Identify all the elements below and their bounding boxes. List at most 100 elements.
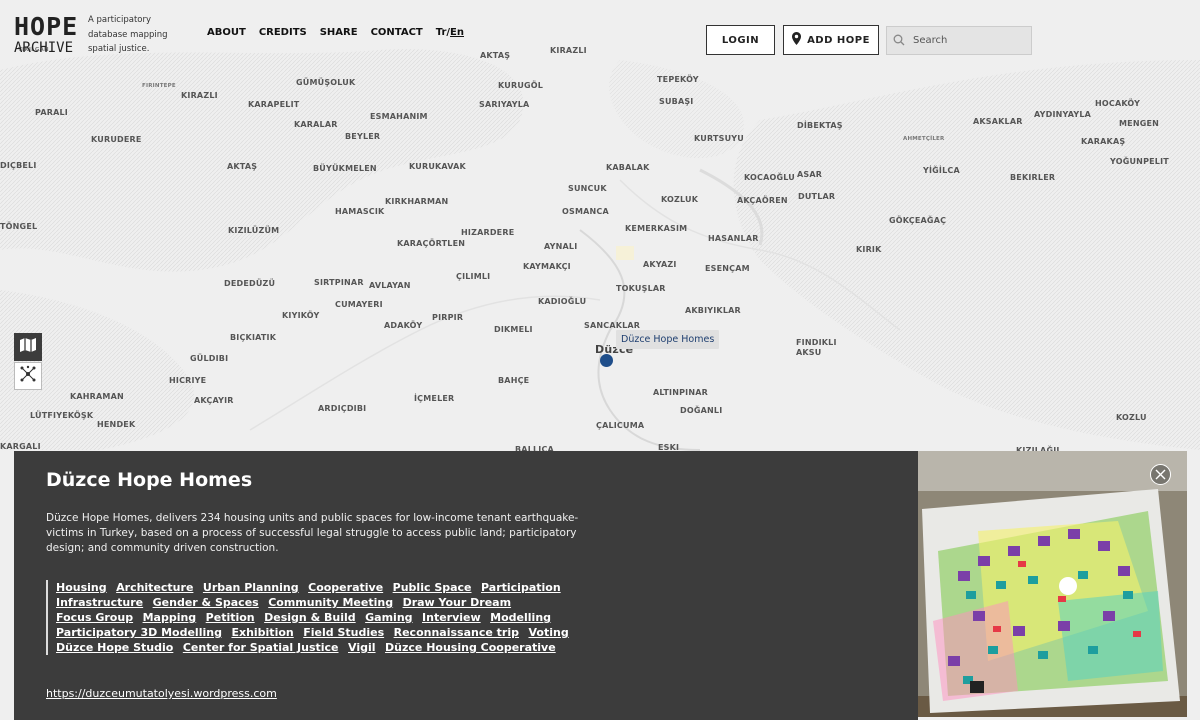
tag-link[interactable]: Vigil — [348, 641, 376, 654]
nav-credits[interactable]: CREDITS — [259, 27, 307, 38]
project-marker[interactable] — [600, 354, 613, 367]
place-label: YİĞİLCA — [923, 166, 960, 175]
place-label: ESMAHANIM — [370, 112, 428, 121]
place-label: SIRTPINAR — [314, 278, 364, 287]
tag-link[interactable]: Housing — [56, 581, 107, 594]
place-label: KARALAR — [294, 120, 338, 129]
place-label: KOCAOĞLU — [744, 173, 795, 182]
place-label: AKÇAYIR — [194, 396, 234, 405]
place-label: İÇMELER — [414, 394, 455, 403]
tag-link[interactable]: Focus Group — [56, 611, 133, 624]
place-label: AYNALI — [544, 242, 578, 251]
place-label: KAYMAKÇI — [523, 262, 571, 271]
site-logo[interactable]: HOPE ARCHIVE — [14, 14, 78, 55]
search-icon — [893, 31, 905, 50]
search-input[interactable] — [911, 34, 1025, 47]
tag-link[interactable]: Urban Planning — [203, 581, 299, 594]
place-label: BIÇKIATIK — [230, 333, 277, 342]
place-label: KABALAK — [606, 163, 650, 172]
project-website-link[interactable]: https://duzceumutatolyesi.wordpress.com — [46, 687, 277, 700]
participatory-model-image — [918, 451, 1187, 717]
close-panel-button[interactable] — [1150, 464, 1171, 485]
tag-link[interactable]: Cooperative — [308, 581, 383, 594]
tag-link[interactable]: Field Studies — [303, 626, 384, 639]
place-label: KARGALI — [0, 442, 41, 451]
tag-link[interactable]: Architecture — [116, 581, 193, 594]
place-label: DIKMELI — [494, 325, 533, 334]
nav-about[interactable]: ABOUT — [207, 27, 246, 38]
tag-link[interactable]: Gaming — [365, 611, 412, 624]
lang-tr[interactable]: Tr — [436, 27, 447, 38]
place-label: AYDINYAYLA — [1034, 110, 1092, 119]
place-label: KIRIK — [856, 245, 882, 254]
tag-link[interactable]: Düzce Housing Cooperative — [385, 641, 556, 654]
tag-link[interactable]: Modelling — [490, 611, 551, 624]
place-label: SUBAŞI — [659, 97, 694, 106]
logo-line2: ARCHIVE — [14, 40, 74, 56]
place-label: SUNCUK — [568, 184, 607, 193]
place-label: HENDEK — [97, 420, 136, 429]
lang-en[interactable]: En — [450, 27, 464, 38]
place-label: ÇALICUMA — [596, 421, 645, 430]
tag-link[interactable]: Participation — [481, 581, 561, 594]
map-layer-button[interactable] — [14, 333, 42, 361]
login-label: LOGIN — [721, 34, 760, 46]
place-label: TOKUŞLAR — [616, 284, 666, 293]
place-label: KURUKAVAK — [409, 162, 466, 171]
tag-link[interactable]: Petition — [206, 611, 255, 624]
tag-link[interactable]: Düzce Hope Studio — [56, 641, 173, 654]
project-title: Düzce Hope Homes — [46, 469, 253, 491]
tag-link[interactable]: Gender & Spaces — [153, 596, 259, 609]
tag-link[interactable]: Mapping — [143, 611, 197, 624]
place-label: AKÇAÖREN — [737, 196, 788, 205]
place-label: AKYAZI — [643, 260, 677, 269]
tag-link[interactable]: Exhibition — [231, 626, 293, 639]
tag-link[interactable]: Reconnaissance trip — [394, 626, 519, 639]
tag-link[interactable]: Center for Spatial Justice — [183, 641, 339, 654]
place-label: ASAR — [797, 170, 823, 179]
place-label: FIRINTEPE — [142, 83, 176, 89]
place-label: ÇILIMLI — [456, 272, 491, 281]
place-label: ESENÇAM — [705, 264, 750, 273]
place-label: AKSAKLAR — [973, 117, 1023, 126]
place-label: HICRIYE — [169, 376, 207, 385]
place-label: KIRKHARMAN — [385, 197, 449, 206]
tag-link[interactable]: Draw Your Dream — [403, 596, 511, 609]
place-label: KURTSUYU — [694, 134, 744, 143]
place-label: LÜTFIYEKÖŞK — [30, 411, 94, 420]
tag-link[interactable]: Participatory 3D Modelling — [56, 626, 222, 639]
location-pin-icon — [792, 32, 802, 48]
add-hope-label: ADD HOPE — [807, 34, 870, 46]
place-label: PIRPIR — [432, 313, 464, 322]
add-hope-button[interactable]: ADD HOPE — [783, 25, 879, 55]
place-label: PARALI — [35, 108, 68, 117]
network-view-button[interactable] — [14, 362, 42, 390]
nav-share[interactable]: SHARE — [320, 27, 358, 38]
marker-tooltip: Düzce Hope Homes — [616, 330, 720, 349]
place-label: KARAKAŞ — [1081, 137, 1126, 146]
login-button[interactable]: LOGIN — [706, 25, 775, 55]
tag-link[interactable]: Voting — [528, 626, 568, 639]
project-detail-panel: Düzce Hope Homes Düzce Hope Homes, deliv… — [14, 451, 918, 720]
place-label: BEKIRLER — [1010, 173, 1056, 182]
nav-contact[interactable]: CONTACT — [371, 27, 423, 38]
project-photo[interactable] — [918, 451, 1187, 717]
place-label: SARIYAYLA — [479, 100, 530, 109]
tag-link[interactable]: Design & Build — [264, 611, 356, 624]
tag-link[interactable]: Infrastructure — [56, 596, 143, 609]
place-label: BEYLER — [345, 132, 381, 141]
place-label: KAHRAMAN — [70, 392, 124, 401]
map-icon — [19, 337, 37, 357]
place-label: KURUGÖL — [498, 81, 544, 90]
tag-link[interactable]: Interview — [422, 611, 481, 624]
site-header: HOPE ARCHIVE A participatory database ma… — [0, 0, 1200, 62]
place-label: DEDEDÜZÜ — [224, 279, 276, 288]
tag-link[interactable]: Community Meeting — [268, 596, 393, 609]
place-label: CUMAYERI — [335, 300, 383, 309]
place-label: KEMERKASIM — [625, 224, 688, 233]
tag-link[interactable]: Public Space — [393, 581, 472, 594]
place-label: DİBEKTAŞ — [797, 121, 843, 130]
place-label: AHMETÇİLER — [903, 136, 945, 142]
place-label: AVLAYAN — [369, 281, 411, 290]
place-label: AKBIYIKLAR — [685, 306, 741, 315]
